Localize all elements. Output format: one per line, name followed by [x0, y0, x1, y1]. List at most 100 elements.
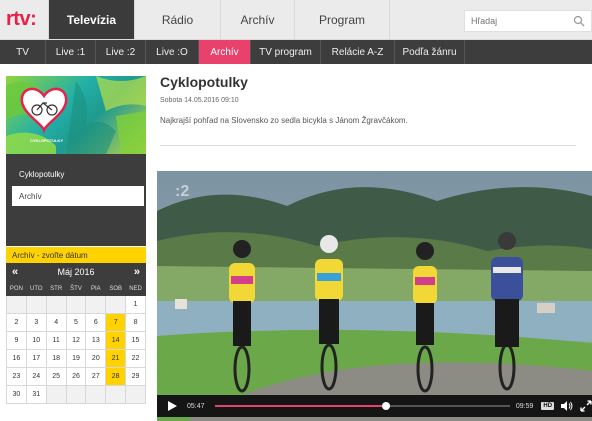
episode-title: Cyklopotulky	[160, 74, 248, 90]
thumbnail-logo-text: CYKLOPOTULKY	[30, 138, 64, 143]
calendar-empty-cell	[45, 295, 67, 314]
sub-navigation: TV Live :1 Live :2 Live :O Archív TV pro…	[0, 40, 592, 64]
tab-archiv[interactable]: Archív	[220, 0, 294, 39]
calendar-day: 1	[125, 295, 146, 314]
weekday-header: UTO	[25, 281, 47, 296]
video-player[interactable]: :2 05:47 09:59 HD	[157, 171, 592, 421]
calendar-day: 13	[85, 331, 107, 350]
calendar-day: 16	[6, 349, 27, 368]
calendar-week: 2345678	[6, 313, 146, 332]
show-thumbnail[interactable]: CYKLOPOTULKY	[6, 76, 146, 154]
calendar-day-available[interactable]: 14	[105, 331, 127, 350]
play-icon[interactable]	[165, 400, 179, 412]
weekday-header: SOB	[105, 281, 127, 296]
calendar-day: 20	[85, 349, 107, 368]
tab-radio[interactable]: Rádio	[134, 0, 220, 39]
calendar-month-bar: « Máj 2016 »	[6, 263, 146, 281]
show-info-panel: Cyklopotulky Archív	[6, 154, 146, 246]
calendar-empty-cell	[125, 385, 146, 404]
calendar-day: 30	[6, 385, 27, 404]
archive-button[interactable]: Archív	[12, 186, 144, 206]
calendar-day: 10	[25, 331, 47, 350]
calendar-day: 17	[25, 349, 47, 368]
calendar-day: 4	[45, 313, 67, 332]
subtab-live-o[interactable]: Live :O	[146, 40, 199, 64]
search-box[interactable]	[464, 10, 592, 32]
archive-calendar: Archív - zvoľte dátum « Máj 2016 » PON UT…	[6, 247, 146, 404]
top-navigation: rtv: Televízia Rádio Archív Program	[0, 0, 592, 40]
video-frame	[157, 171, 592, 421]
calendar-month-label: Máj 2016	[57, 267, 95, 277]
show-sidebar: CYKLOPOTULKY Cyklopotulky Archív	[6, 76, 146, 246]
subtab-live-1[interactable]: Live :1	[46, 40, 96, 64]
rtvs-logo[interactable]: rtv:	[0, 0, 48, 39]
subtab-archiv[interactable]: Archív	[199, 40, 251, 64]
weekday-header: ŠTV	[65, 281, 87, 296]
progress-played	[214, 405, 387, 407]
tab-televizia[interactable]: Televízia	[48, 0, 134, 39]
calendar-day: 23	[6, 367, 27, 386]
calendar-empty-cell	[25, 295, 47, 314]
calendar-week: 1	[6, 295, 146, 314]
weekday-header: PON	[6, 281, 27, 296]
episode-date: Sobota 14.05.2016 09:10	[160, 97, 239, 104]
subtab-podla-zanru[interactable]: Podľa žánru	[395, 40, 465, 64]
calendar-day: 22	[125, 349, 146, 368]
show-name-link[interactable]: Cyklopotulky	[12, 170, 140, 179]
progress-handle[interactable]	[382, 402, 391, 410]
progress-bar[interactable]	[214, 402, 510, 410]
calendar-empty-cell	[105, 295, 127, 314]
calendar-day: 31	[25, 385, 47, 404]
channel-watermark: :2	[175, 183, 190, 200]
calendar-week: 9 10 11 12 13 14 15	[6, 331, 146, 350]
calendar-day: 6	[85, 313, 107, 332]
calendar-empty-cell	[65, 385, 87, 404]
tab-program[interactable]: Program	[294, 0, 390, 39]
divider	[160, 145, 576, 146]
calendar-day: 12	[65, 331, 87, 350]
weekday-header: STR	[45, 281, 67, 296]
calendar-day: 3	[25, 313, 47, 332]
calendar-day: 9	[6, 331, 27, 350]
double-chevron-left-icon[interactable]: «	[12, 266, 18, 278]
calendar-day-available[interactable]: 21	[105, 349, 127, 368]
calendar-empty-cell	[6, 295, 27, 314]
calendar-empty-cell	[105, 385, 127, 404]
subtab-tv-program[interactable]: TV program	[251, 40, 321, 64]
hd-toggle[interactable]: HD	[541, 402, 555, 410]
episode-description: Najkrajší pohľad na Slovensko zo sedla b…	[160, 116, 408, 125]
subtab-relacie-a-z[interactable]: Relácie A-Z	[321, 40, 395, 64]
calendar-day: 5	[65, 313, 87, 332]
player-controls: 05:47 09:59 HD	[157, 395, 592, 417]
double-chevron-right-icon[interactable]: »	[134, 266, 140, 278]
calendar-empty-cell	[65, 295, 87, 314]
calendar-week: 16 17 18 19 20 21 22	[6, 349, 146, 368]
calendar-week: 23 24 25 26 27 28 29	[6, 367, 146, 386]
calendar-day: 2	[6, 313, 27, 332]
calendar-grid: PON UTO STR ŠTV PIA SOB NED 1 2 3 4 5 6 7 8 9 10 11 12 13 1…	[6, 281, 146, 404]
calendar-day: 25	[45, 367, 67, 386]
calendar-day-available[interactable]: 7	[105, 313, 127, 332]
search-input[interactable]	[471, 16, 571, 26]
calendar-day: 29	[125, 367, 146, 386]
magnifier-icon[interactable]	[573, 15, 585, 27]
calendar-day: 27	[85, 367, 107, 386]
calendar-empty-cell	[45, 385, 67, 404]
calendar-heading: Archív - zvoľte dátum	[6, 247, 146, 263]
calendar-day: 11	[45, 331, 67, 350]
calendar-day: 24	[25, 367, 47, 386]
subtab-live-2[interactable]: Live :2	[96, 40, 146, 64]
calendar-empty-cell	[85, 295, 107, 314]
calendar-day: 18	[45, 349, 67, 368]
calendar-empty-cell	[85, 385, 107, 404]
show-thumbnail-art	[6, 76, 146, 154]
current-time: 05:47	[186, 402, 205, 410]
calendar-day-available[interactable]: 28	[105, 367, 127, 386]
subtab-tv[interactable]: TV	[0, 40, 46, 64]
weekday-header: PIA	[85, 281, 107, 296]
volume-icon[interactable]	[560, 400, 574, 412]
weekday-header: NED	[125, 281, 146, 296]
duration: 09:59	[515, 402, 534, 410]
fullscreen-icon[interactable]	[580, 400, 592, 412]
calendar-day: 26	[65, 367, 87, 386]
